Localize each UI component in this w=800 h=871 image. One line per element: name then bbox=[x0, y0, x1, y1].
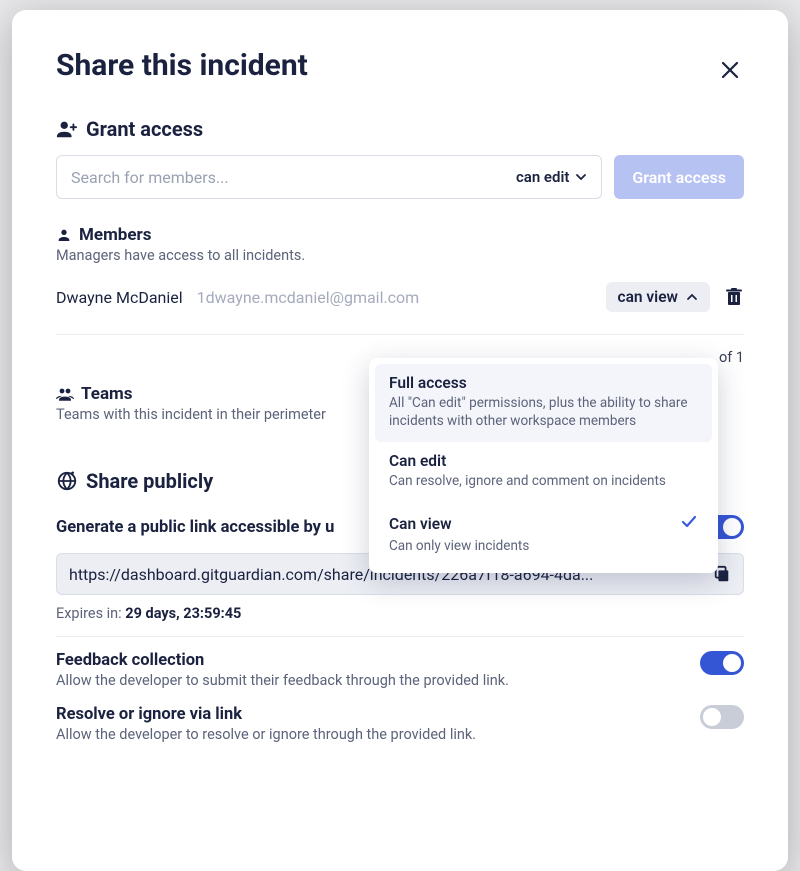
chevron-down-icon bbox=[575, 171, 587, 183]
search-permission-select[interactable]: can edit bbox=[506, 168, 593, 186]
share-publicly-label: Share publicly bbox=[86, 469, 213, 493]
member-permission-label: can view bbox=[618, 288, 679, 306]
member-row: Dwayne McDaniel 1dwayne.mcdaniel@gmail.c… bbox=[56, 282, 744, 312]
trash-icon bbox=[726, 288, 742, 306]
perm-option-full-access[interactable]: Full access All "Can edit" permissions, … bbox=[375, 364, 712, 442]
feedback-desc: Allow the developer to submit their feed… bbox=[56, 672, 700, 689]
search-permission-label: can edit bbox=[516, 168, 569, 186]
person-icon bbox=[56, 227, 72, 243]
grant-access-label: Grant access bbox=[86, 117, 203, 141]
share-incident-modal: Share this incident Grant access can edi… bbox=[12, 10, 788, 871]
perm-option-desc: Can resolve, ignore and comment on incid… bbox=[389, 472, 698, 490]
remove-member-button[interactable] bbox=[724, 287, 744, 307]
globe-share-icon bbox=[56, 470, 78, 492]
close-icon bbox=[721, 61, 739, 79]
resolve-desc: Allow the developer to resolve or ignore… bbox=[56, 726, 700, 743]
permission-dropdown: Full access All "Can edit" permissions, … bbox=[369, 358, 718, 573]
resolve-link-row: Resolve or ignore via link Allow the dev… bbox=[56, 705, 744, 743]
perm-option-can-edit[interactable]: Can edit Can resolve, ignore and comment… bbox=[375, 442, 712, 502]
feedback-toggle[interactable] bbox=[700, 651, 744, 675]
team-icon bbox=[56, 387, 74, 401]
members-heading: Members bbox=[56, 225, 744, 245]
expires-value: 29 days, 23:59:45 bbox=[125, 605, 241, 622]
modal-title: Share this incident bbox=[56, 48, 744, 83]
members-desc: Managers have access to all incidents. bbox=[56, 247, 744, 264]
generate-link-label: Generate a public link accessible by u bbox=[56, 518, 334, 537]
member-permission-select[interactable]: can view bbox=[606, 282, 711, 312]
person-add-icon bbox=[56, 118, 78, 140]
member-search-wrap: can edit bbox=[56, 155, 602, 199]
perm-option-title: Full access bbox=[389, 374, 467, 392]
resolve-toggle[interactable] bbox=[700, 705, 744, 729]
teams-label: Teams bbox=[81, 384, 133, 404]
grant-access-button[interactable]: Grant access bbox=[614, 155, 744, 199]
chevron-up-icon bbox=[686, 291, 698, 303]
perm-option-title: Can edit bbox=[389, 452, 446, 470]
feedback-collection-row: Feedback collection Allow the developer … bbox=[56, 651, 744, 689]
grant-access-heading: Grant access bbox=[56, 117, 744, 141]
member-name: Dwayne McDaniel bbox=[56, 288, 183, 307]
check-icon bbox=[680, 513, 698, 535]
member-email: 1dwayne.mcdaniel@gmail.com bbox=[197, 288, 420, 307]
expires-prefix: Expires in: bbox=[56, 605, 125, 622]
perm-option-can-view[interactable]: Can view Can only view incidents bbox=[375, 503, 712, 567]
perm-option-desc: Can only view incidents bbox=[389, 537, 698, 555]
member-search-input[interactable] bbox=[69, 167, 506, 188]
perm-option-title: Can view bbox=[389, 515, 452, 533]
members-label: Members bbox=[79, 225, 152, 245]
resolve-title: Resolve or ignore via link bbox=[56, 705, 700, 724]
close-button[interactable] bbox=[716, 56, 744, 84]
perm-option-desc: All "Can edit" permissions, plus the abi… bbox=[389, 394, 698, 430]
expires-text: Expires in: 29 days, 23:59:45 bbox=[56, 605, 744, 622]
feedback-title: Feedback collection bbox=[56, 651, 700, 670]
